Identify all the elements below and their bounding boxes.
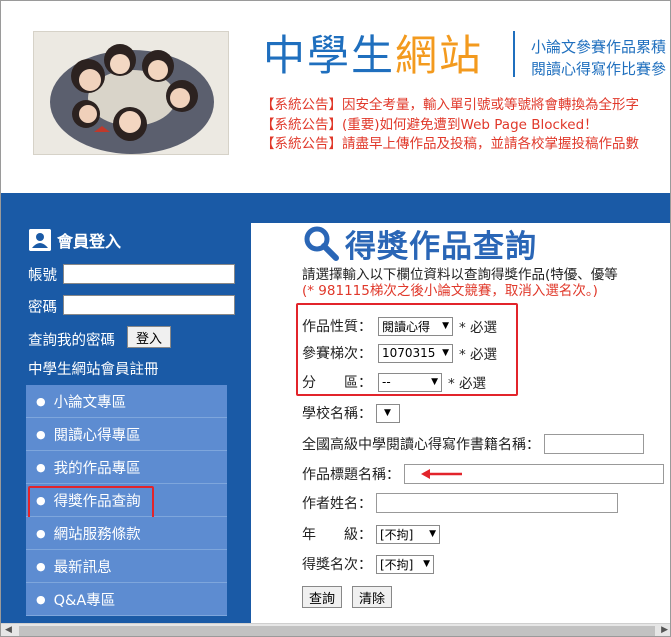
menu-item-news[interactable]: ● 最新訊息 — [26, 550, 227, 583]
round-value: 1070315 — [382, 346, 436, 360]
red-arrow-icon — [421, 469, 462, 479]
dropdown-arrow-icon: ▼ — [429, 529, 436, 539]
query-button[interactable]: 查詢 — [302, 586, 342, 608]
author-row: 作者姓名： — [302, 492, 618, 514]
required-marker: * 必選 — [459, 347, 498, 363]
round-row: 參賽梯次： 1070315 ▼ * 必選 — [302, 342, 497, 364]
scroll-left-icon[interactable]: ◀ — [5, 625, 12, 635]
award-row: 得獎名次： [不拘] ▼ — [302, 553, 434, 575]
bullet-icon: ● — [36, 460, 46, 474]
search-note: (* 981115梯次之後小論文競賽，取消入選名次。) — [302, 283, 598, 299]
book-row: 全國高級中學閱讀心得寫作書籍名稱： — [302, 433, 644, 455]
menu-item-reading[interactable]: ● 閱讀心得專區 — [26, 418, 227, 451]
category-value: 閱讀心得 — [382, 319, 431, 334]
sidebar: 會員登入 帳號 密碼 查詢我的密碼 登入 中學生網站會員註冊 ● 小論文專區 ● 閱… — [1, 223, 251, 623]
clear-button[interactable]: 清除 — [352, 586, 392, 608]
bullet-icon: ● — [36, 493, 46, 507]
page-title-text: 得獎作品查詢 — [345, 228, 537, 265]
member-icon — [29, 229, 51, 251]
header-divider — [513, 31, 515, 77]
bullet-icon: ● — [36, 394, 46, 408]
system-notice-3[interactable]: 【系統公告】請盡早上傳作品及投稿，並請各校掌握投稿作品數 — [261, 135, 639, 153]
region-label: 分 區： — [302, 375, 372, 391]
dropdown-arrow-icon: ▼ — [442, 321, 449, 331]
category-select[interactable]: 閱讀心得 ▼ — [378, 316, 453, 336]
book-label: 全國高級中學閱讀心得寫作書籍名稱： — [302, 437, 540, 453]
dropdown-arrow-icon: ▼ — [431, 377, 438, 387]
tagline-line2: 閱讀心得寫作比賽參 — [531, 60, 667, 78]
region-select[interactable]: -- ▼ — [378, 372, 442, 392]
header-photo-students — [33, 31, 229, 155]
dropdown-arrow-icon: ▼ — [384, 408, 391, 418]
required-marker: * 必選 — [448, 376, 487, 392]
login-header: 會員登入 — [29, 228, 121, 252]
logo-text-part1: 中學生 — [263, 31, 396, 80]
register-link[interactable]: 中學生網站會員註冊 — [28, 358, 159, 379]
award-select[interactable]: [不拘] ▼ — [376, 554, 434, 574]
scrollbar-thumb[interactable] — [19, 626, 655, 636]
dropdown-arrow-icon: ▼ — [423, 559, 430, 569]
region-row: 分 區： -- ▼ * 必選 — [302, 371, 486, 393]
login-title: 會員登入 — [57, 232, 122, 251]
author-label: 作者姓名： — [302, 496, 372, 512]
menu-item-label: 閱讀心得專區 — [53, 427, 141, 444]
menu-item-essay[interactable]: ● 小論文專區 — [26, 385, 227, 418]
search-icon — [304, 226, 339, 261]
school-label: 學校名稱： — [302, 406, 372, 422]
bullet-icon: ● — [36, 526, 46, 540]
menu-item-label: Q&A專區 — [53, 592, 116, 609]
school-select[interactable]: ▼ — [376, 403, 400, 423]
sidebar-menu: ● 小論文專區 ● 閱讀心得專區 ● 我的作品專區 ● 得獎作品查詢 ● 網站服務條款 ●… — [26, 385, 227, 616]
menu-item-terms[interactable]: ● 網站服務條款 — [26, 517, 227, 550]
site-header: 中學生網站 小論文參賽作品累積 閱讀心得寫作比賽參 【系統公告】因安全考量，輸入… — [1, 1, 670, 193]
password-input[interactable] — [63, 295, 235, 315]
site-logo[interactable]: 中學生網站 — [263, 31, 483, 81]
browser-frame: 中學生網站 小論文參賽作品累積 閱讀心得寫作比賽參 【系統公告】因安全考量，輸入… — [0, 0, 671, 637]
account-label: 帳號 — [28, 268, 57, 284]
menu-item-label: 得獎作品查詢 — [53, 493, 141, 510]
forgot-password-link[interactable]: 查詢我的密碼 — [28, 329, 115, 350]
horizontal-scrollbar[interactable]: ◀ ▶ — [1, 623, 670, 636]
grade-select[interactable]: [不拘] ▼ — [376, 524, 440, 544]
round-label: 參賽梯次： — [302, 346, 372, 362]
menu-item-label: 最新訊息 — [53, 559, 112, 576]
region-value: -- — [382, 375, 391, 389]
work-title-row: 作品標題名稱： — [302, 463, 664, 485]
book-input[interactable] — [544, 434, 644, 454]
menu-item-label: 網站服務條款 — [53, 526, 141, 543]
menu-item-label: 我的作品專區 — [53, 460, 141, 477]
work-title-label: 作品標題名稱： — [302, 467, 400, 483]
bullet-icon: ● — [36, 559, 46, 573]
menu-item-qa[interactable]: ● Q&A專區 — [26, 583, 227, 616]
round-select[interactable]: 1070315 ▼ — [378, 343, 453, 363]
menu-item-award-search[interactable]: ● 得獎作品查詢 — [26, 484, 227, 519]
tagline-line1: 小論文參賽作品累積 — [531, 38, 667, 56]
bullet-icon: ● — [36, 427, 46, 441]
award-value: [不拘] — [380, 557, 414, 572]
menu-item-my-works[interactable]: ● 我的作品專區 — [26, 451, 227, 484]
logo-text-part2: 網站 — [395, 31, 484, 80]
system-notice-1[interactable]: 【系統公告】因安全考量，輸入單引號或等號將會轉換為全形字 — [261, 96, 639, 114]
scroll-right-icon[interactable]: ▶ — [661, 625, 668, 635]
grade-row: 年 級： [不拘] ▼ — [302, 523, 440, 545]
menu-item-label: 小論文專區 — [53, 394, 127, 411]
main-content: 得獎作品查詢 請選擇輸入以下欄位資料以查詢得獎作品(特優、優等 (* 98111… — [251, 223, 670, 623]
author-input[interactable] — [376, 493, 618, 513]
category-row: 作品性質： 閱讀心得 ▼ * 必選 — [302, 315, 497, 337]
bullet-icon: ● — [36, 592, 46, 606]
required-marker: * 必選 — [459, 320, 498, 336]
grade-value: [不拘] — [380, 527, 414, 542]
page-title: 得獎作品查詢 — [303, 223, 537, 265]
grade-label: 年 級： — [302, 527, 372, 543]
password-label: 密碼 — [28, 300, 57, 316]
award-label: 得獎名次： — [302, 557, 372, 573]
login-button[interactable]: 登入 — [127, 326, 171, 348]
account-input[interactable] — [63, 264, 235, 284]
top-nav-bar — [1, 193, 670, 223]
school-row: 學校名稱： ▼ — [302, 402, 400, 424]
category-label: 作品性質： — [302, 319, 372, 335]
system-notice-2[interactable]: 【系統公告】(重要)如何避免遭到Web Page Blocked！ — [261, 116, 598, 134]
dropdown-arrow-icon: ▼ — [442, 348, 449, 358]
